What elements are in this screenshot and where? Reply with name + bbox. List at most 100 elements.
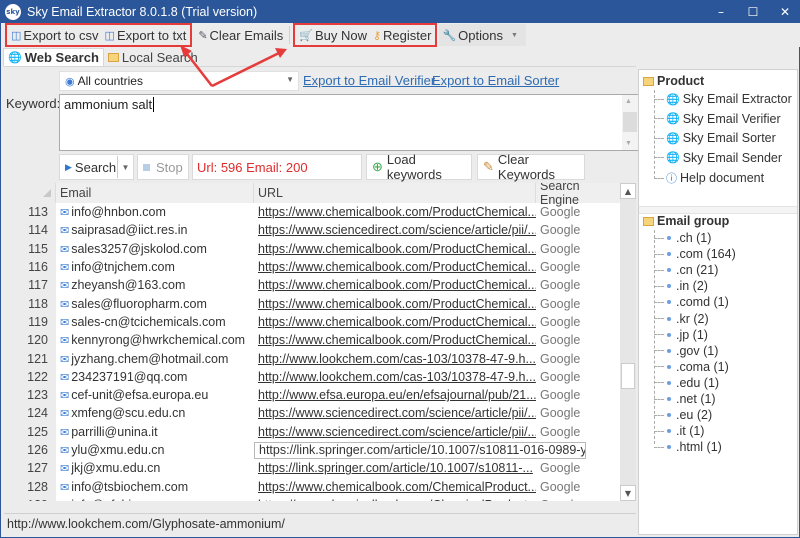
email-cell[interactable]: ✉ saiprasad@iict.res.in — [56, 223, 254, 237]
url-link[interactable]: https://www.chemicalbook.com/ProductChem… — [254, 297, 536, 311]
email-cell[interactable]: ✉ info@hnbon.com — [56, 205, 254, 219]
tree-node-product[interactable]: Product — [643, 74, 704, 88]
export-csv-button[interactable]: ◫ Export to csv — [8, 24, 102, 46]
url-link[interactable]: https://www.sciencedirect.com/science/ar… — [254, 406, 536, 420]
product-item[interactable]: 🌐 Sky Email Sender — [654, 151, 782, 165]
maximize-button[interactable]: ☐ — [737, 1, 769, 23]
scroll-thumb[interactable] — [623, 112, 637, 132]
scroll-down-button[interactable]: ▼ — [620, 485, 636, 501]
url-link[interactable]: https://link.springer.com/article/10.100… — [254, 461, 536, 475]
email-cell[interactable]: ✉ jkj@xmu.edu.cn — [56, 461, 254, 475]
email-cell[interactable]: ✉info@efebio.com — [56, 498, 254, 501]
clear-keywords-button[interactable]: ✎ Clear Keywords — [477, 152, 585, 182]
url-link[interactable]: https://www.chemicalbook.com/ChemicalPro… — [254, 480, 536, 494]
column-header-search-engine[interactable]: Search Engine — [536, 183, 620, 207]
close-button[interactable]: ✕ — [769, 1, 800, 23]
table-row[interactable]: 124 ✉ xmfeng@scu.edu.cn https://www.science… — [4, 404, 620, 423]
email-cell[interactable]: ✉ info@tnjchem.com — [56, 260, 254, 274]
tab-web-search[interactable]: 🌐 Web Search — [3, 48, 104, 66]
url-link[interactable]: https://www.chemicalbook.com/ProductChem… — [254, 333, 536, 347]
table-row[interactable]: 121 ✉ jyzhang.chem@hotmail.com http://www.l… — [4, 349, 620, 368]
product-item[interactable]: 🌐 Sky Email Verifier — [654, 112, 781, 126]
email-group-item[interactable]: .comd (1) — [654, 295, 729, 309]
export-to-email-sorter-link[interactable]: Export to Email Sorter — [432, 73, 559, 88]
email-group-item[interactable]: .ch (1) — [654, 231, 711, 245]
product-item[interactable]: ⓘ Help document — [654, 170, 764, 186]
column-header-email[interactable]: Email — [56, 183, 254, 203]
email-group-item[interactable]: .edu (1) — [654, 376, 719, 390]
email-cell[interactable]: ✉ jyzhang.chem@hotmail.com — [56, 352, 254, 366]
table-row[interactable]: 126 ✉ ylu@xmu.edu.cn https://link.springer.… — [4, 440, 620, 460]
email-group-item[interactable]: .coma (1) — [654, 360, 729, 374]
options-menu[interactable]: 🔧 Options ▼ — [439, 24, 526, 46]
clear-emails-button[interactable]: ✎ Clear Emails — [195, 24, 286, 46]
url-link[interactable]: https://www.chemicalbook.com/ProductChem… — [254, 260, 536, 274]
email-cell[interactable]: ✉ ylu@xmu.edu.cn — [56, 443, 254, 457]
url-cell-editor[interactable]: https://link.springer.com/article/10.100… — [254, 441, 586, 459]
email-cell[interactable]: ✉ sales-cn@tcichemicals.com — [56, 315, 254, 329]
table-row[interactable]: 119 ✉ sales-cn@tcichemicals.com https://www… — [4, 312, 620, 332]
url-link[interactable]: http://www.lookchem.com/cas-103/10378-47… — [254, 370, 536, 384]
keyword-input[interactable]: ammonium salt ▲ ▼ — [59, 94, 639, 151]
tree-node-email-group[interactable]: Email group — [643, 214, 729, 228]
email-cell[interactable]: ✉ info@tsbiochem.com — [56, 480, 254, 494]
minimize-button[interactable]: – — [705, 1, 737, 23]
stop-button[interactable]: Stop — [137, 154, 189, 180]
email-group-item[interactable]: .eu (2) — [654, 408, 712, 422]
email-group-item[interactable]: .cn (21) — [654, 263, 718, 277]
buy-now-button[interactable]: 🛒 Buy Now — [296, 24, 370, 46]
search-button[interactable]: ▶ Search ▼ — [59, 154, 134, 180]
email-group-item[interactable]: .net (1) — [654, 392, 716, 406]
email-cell[interactable]: ✉ kennyrong@hwrkchemical.com — [56, 333, 254, 347]
url-link[interactable]: https://www.sciencedirect.com/science/ar… — [254, 223, 536, 237]
url-link[interactable]: https://www.chemicalbook.com/ChemicalPro… — [254, 498, 536, 501]
grid-scrollbar[interactable]: ▲ ▼ — [620, 183, 636, 501]
table-row[interactable]: 116 ✉ info@tnjchem.com https://www.chemical… — [4, 257, 620, 277]
table-row[interactable]: 123 ✉ cef-unit@efsa.europa.eu http://www.ef… — [4, 385, 620, 405]
table-row[interactable]: 117 ✉ zheyansh@163.com https://www.chemical… — [4, 276, 620, 295]
scroll-up-button[interactable]: ▲ — [620, 183, 636, 199]
url-link[interactable]: https://www.chemicalbook.com/ProductChem… — [254, 315, 536, 329]
url-link[interactable]: https://www.chemicalbook.com/ProductChem… — [254, 205, 536, 219]
email-group-item[interactable]: .gov (1) — [654, 344, 718, 358]
export-txt-button[interactable]: ◫ Export to txt — [102, 24, 190, 46]
select-all-corner[interactable] — [4, 183, 56, 203]
table-row[interactable]: 129✉info@efebio.comhttps://www.chemicalb… — [4, 495, 620, 501]
export-to-email-verifier-link[interactable]: Export to Email Verifier — [303, 73, 435, 88]
url-link[interactable]: http://www.lookchem.com/cas-103/10378-47… — [254, 352, 536, 366]
email-cell[interactable]: ✉ xmfeng@scu.edu.cn — [56, 406, 254, 420]
table-row[interactable]: 115 ✉ sales3257@jskolod.com https://www.che… — [4, 239, 620, 258]
table-row[interactable]: 122 ✉ 234237191@qq.com http://www.lookchem.… — [4, 367, 620, 386]
email-cell[interactable]: ✉ 234237191@qq.com — [56, 370, 254, 384]
product-item[interactable]: 🌐 Sky Email Extractor — [654, 92, 792, 106]
table-row[interactable]: 113 ✉ info@hnbon.com https://www.chemicalbo… — [4, 203, 620, 222]
column-header-url[interactable]: URL — [254, 183, 536, 203]
url-link[interactable]: https://www.chemicalbook.com/ProductChem… — [254, 278, 536, 292]
table-row[interactable]: 125 ✉ parrilli@unina.it https://www.science… — [4, 422, 620, 441]
email-group-item[interactable]: .kr (2) — [654, 312, 709, 326]
email-group-item[interactable]: .com (164) — [654, 247, 736, 261]
email-group-item[interactable]: .it (1) — [654, 424, 704, 438]
email-group-item[interactable]: .in (2) — [654, 279, 708, 293]
url-link[interactable]: https://www.sciencedirect.com/science/ar… — [254, 425, 536, 439]
email-cell[interactable]: ✉ sales@fluoropharm.com — [56, 297, 254, 311]
email-cell[interactable]: ✉ sales3257@jskolod.com — [56, 242, 254, 256]
table-row[interactable]: 127 ✉ jkj@xmu.edu.cn https://link.springer.… — [4, 459, 620, 478]
email-cell[interactable]: ✉ parrilli@unina.it — [56, 425, 254, 439]
email-group-item[interactable]: .jp (1) — [654, 328, 708, 342]
keyword-scrollbar[interactable]: ▲ ▼ — [622, 95, 638, 150]
load-keywords-button[interactable]: ⊕ Load keywords — [366, 152, 472, 182]
email-cell[interactable]: ✉ zheyansh@163.com — [56, 278, 254, 292]
table-row[interactable]: 118 ✉ sales@fluoropharm.com https://www.che… — [4, 294, 620, 313]
table-row[interactable]: 120 ✉ kennyrong@hwrkchemical.com https://ww… — [4, 331, 620, 350]
search-dropdown-button[interactable]: ▼ — [117, 156, 133, 178]
register-button[interactable]: ⚷ Register — [370, 24, 434, 46]
tab-local-search[interactable]: Local Search — [104, 48, 202, 66]
email-cell[interactable]: ✉ cef-unit@efsa.europa.eu — [56, 388, 254, 402]
table-row[interactable]: 114 ✉ saiprasad@iict.res.in https://www.sci… — [4, 221, 620, 240]
email-group-item[interactable]: .html (1) — [654, 440, 722, 454]
table-row[interactable]: 128 ✉ info@tsbiochem.com https://www.chemic… — [4, 477, 620, 496]
url-link[interactable]: http://www.efsa.europa.eu/en/efsajournal… — [254, 388, 536, 402]
url-link[interactable]: https://www.chemicalbook.com/ProductChem… — [254, 242, 536, 256]
scroll-thumb[interactable] — [621, 363, 635, 389]
